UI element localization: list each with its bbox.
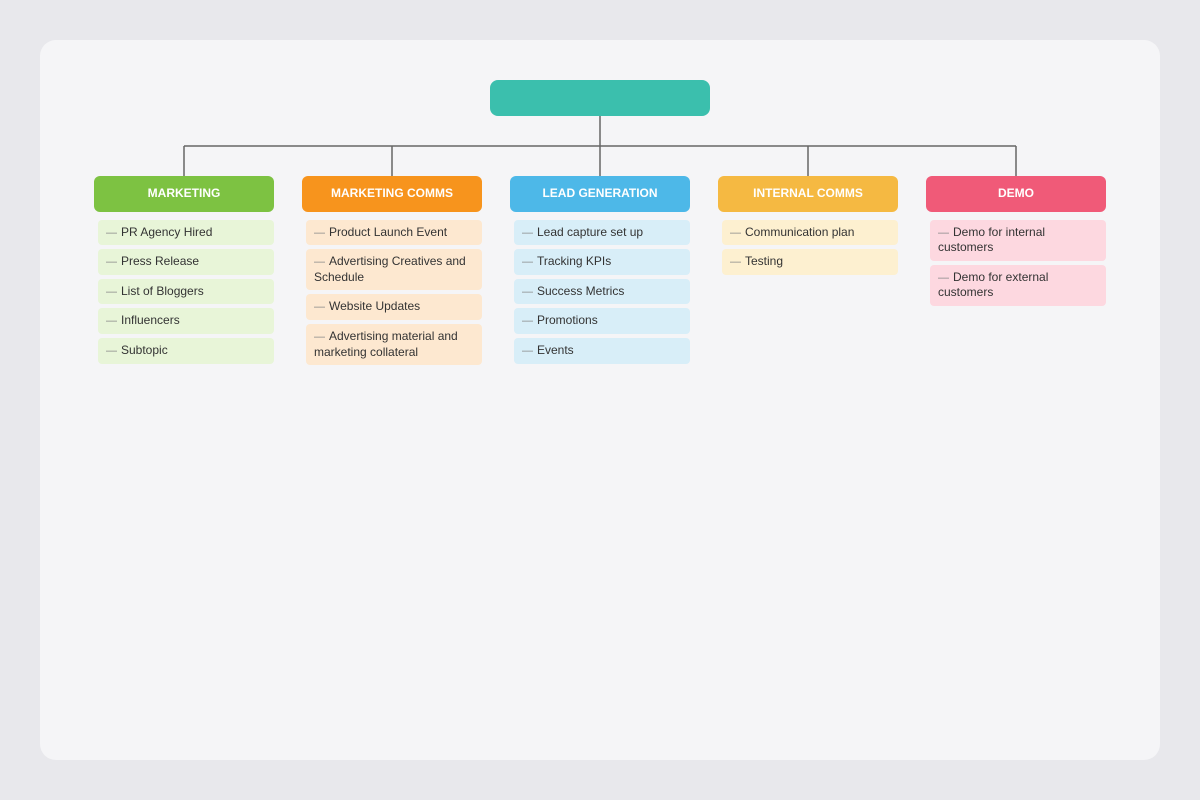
branch-item: Promotions xyxy=(514,308,690,334)
branch-header-demo: DEMO xyxy=(926,176,1106,212)
branch-items-lead-generation: Lead capture set up Tracking KPIs Success … xyxy=(510,220,690,364)
branch-item: Lead capture set up xyxy=(514,220,690,246)
branch-items-demo: Demo for internal customersDemo for exte… xyxy=(926,220,1106,306)
branch-items-marketing: PR Agency Hired Press Release List of Blog… xyxy=(94,220,274,364)
branch-item: Advertising material and marketing colla… xyxy=(306,324,482,365)
root-node xyxy=(490,80,710,116)
branch-item: Success Metrics xyxy=(514,279,690,305)
branch-marketing-comms: MARKETING COMMS Product Launch Event Adver… xyxy=(302,176,482,365)
branch-item: Advertising Creatives and Schedule xyxy=(306,249,482,290)
branch-item: Communication plan xyxy=(722,220,898,246)
branch-items-marketing-comms: Product Launch Event Advertising Creative… xyxy=(302,220,482,366)
branch-item: PR Agency Hired xyxy=(98,220,274,246)
branch-items-internal-comms: Communication plan Testing xyxy=(718,220,898,275)
branch-header-marketing-comms: MARKETING COMMS xyxy=(302,176,482,212)
branch-lead-generation: LEAD GENERATION Lead capture set up Tracki… xyxy=(510,176,690,364)
branch-item: Subtopic xyxy=(98,338,274,364)
canvas: MARKETING PR Agency Hired Press Release Lis… xyxy=(40,40,1160,760)
branch-item: Tracking KPIs xyxy=(514,249,690,275)
branches-row: MARKETING PR Agency Hired Press Release Lis… xyxy=(60,176,1140,365)
branch-demo: DEMO Demo for internal customersDemo for … xyxy=(926,176,1106,306)
branch-header-internal-comms: INTERNAL COMMS xyxy=(718,176,898,212)
branch-item: List of Bloggers xyxy=(98,279,274,305)
branch-item: Testing xyxy=(722,249,898,275)
branch-marketing: MARKETING PR Agency Hired Press Release Lis… xyxy=(94,176,274,364)
branch-item: Events xyxy=(514,338,690,364)
branch-item: Demo for external customers xyxy=(930,265,1106,306)
branch-item: Influencers xyxy=(98,308,274,334)
tree-container: MARKETING PR Agency Hired Press Release Lis… xyxy=(60,116,1140,365)
branch-internal-comms: INTERNAL COMMS Communication plan Testing xyxy=(718,176,898,275)
branch-item: Website Updates xyxy=(306,294,482,320)
branch-item: Press Release xyxy=(98,249,274,275)
branch-item: Demo for internal customers xyxy=(930,220,1106,261)
branch-header-lead-generation: LEAD GENERATION xyxy=(510,176,690,212)
branch-item: Product Launch Event xyxy=(306,220,482,246)
branch-header-marketing: MARKETING xyxy=(94,176,274,212)
